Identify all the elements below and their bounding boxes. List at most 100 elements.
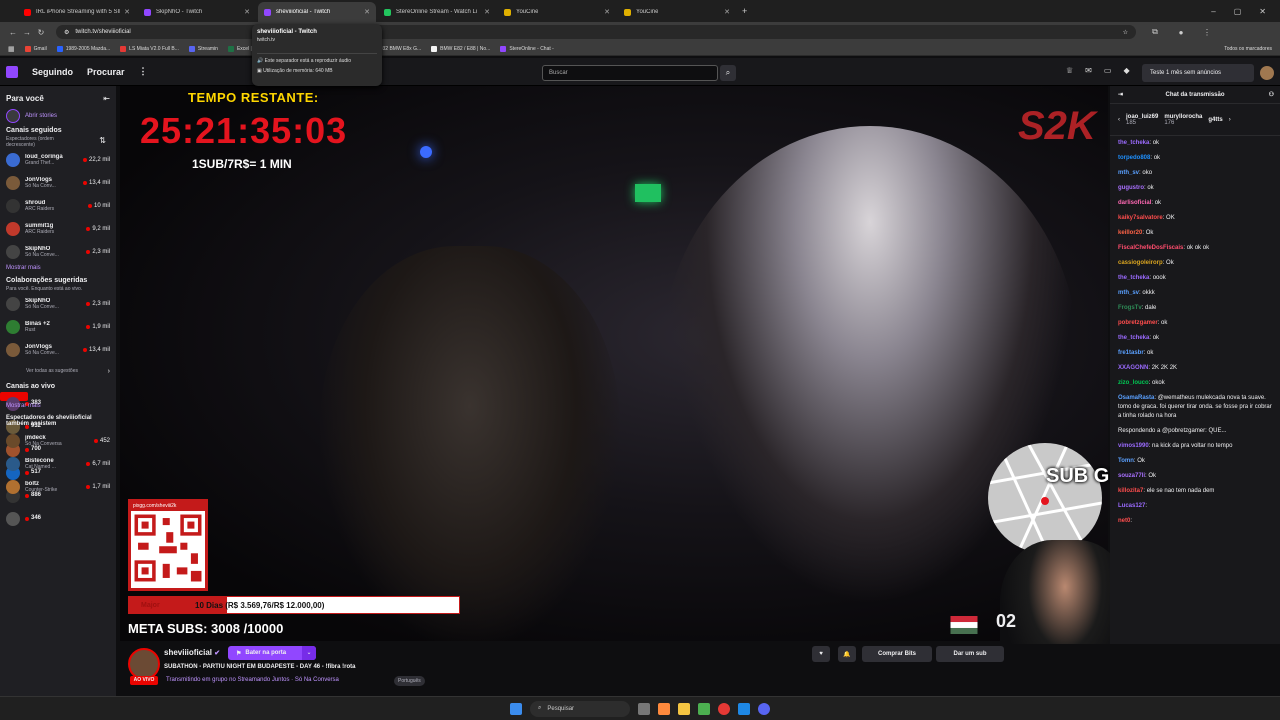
sidebar-channel[interactable]: StolenBRCall of Duty: W...346 [0, 507, 41, 530]
see-all-suggestions[interactable]: Ver todas as sugestões › [0, 361, 116, 381]
browser-tab[interactable]: SkipNhO - Twitch ✕ [138, 2, 256, 22]
nav-following[interactable]: Seguindo [32, 67, 73, 77]
tab-close-icon[interactable]: ✕ [360, 8, 370, 16]
chat-username[interactable]: mth_sv [1118, 290, 1139, 296]
bell-icon[interactable]: 🔔 [838, 646, 856, 662]
copilot-icon[interactable] [658, 702, 670, 715]
minimize-icon[interactable]: – [1211, 7, 1215, 16]
chat-username[interactable]: vimos1990 [1118, 443, 1149, 449]
language-tag[interactable]: Português [394, 676, 425, 686]
chat-username[interactable]: Lucas127 [1118, 503, 1145, 509]
knock-dropdown-icon[interactable]: ⌄ [302, 646, 316, 660]
search-input[interactable]: Buscar [542, 65, 718, 81]
chat-username[interactable]: the_tcheka [1118, 335, 1149, 341]
chat-username[interactable]: torpedo808 [1118, 155, 1150, 161]
tab-close-icon[interactable]: ✕ [240, 8, 250, 16]
open-stories[interactable]: Abrir stories [0, 107, 116, 125]
chat-username[interactable]: Tomn [1118, 458, 1134, 464]
profile-icon[interactable]: ● [1174, 28, 1188, 37]
collapse-sidebar-icon[interactable]: ⇤ [103, 94, 110, 103]
whispers-icon[interactable]: ▭ [1104, 66, 1112, 75]
nav-browse[interactable]: Procurar [87, 67, 125, 77]
sidebar-channel[interactable]: JonVlogs Só Na Conve... 13,4 mil [0, 338, 116, 361]
browser-tab[interactable]: YouCine ✕ [498, 2, 616, 22]
taskbar-search[interactable]: ⌕ Pesquisar [530, 700, 630, 717]
chat-username[interactable]: zizo_louco [1118, 380, 1149, 386]
inbox-icon[interactable]: ✉ [1085, 66, 1092, 75]
sidebar-channel[interactable]: summit1g ARC Raiders 9,2 mil [0, 217, 116, 240]
turbo-button[interactable]: Teste 1 mês sem anúncios [1142, 64, 1254, 82]
new-tab-button[interactable]: + [742, 6, 747, 16]
collapse-chat-icon[interactable]: ⇥ [1118, 91, 1123, 98]
bits-icon[interactable]: ◆ [1123, 66, 1129, 75]
buy-bits-button[interactable]: Comprar Bits [862, 646, 932, 662]
chat-username[interactable]: cassiogoleirorp [1118, 260, 1163, 266]
bookmark-item[interactable]: 1989-2005 Mazda... [56, 45, 110, 52]
leaderboard-entry[interactable]: joao_luiz69 185 [1126, 114, 1158, 126]
bookmark-star-icon[interactable]: ☆ [1123, 29, 1128, 36]
chat-username[interactable]: net0 [1118, 518, 1130, 524]
task-view-icon[interactable] [638, 702, 650, 715]
show-more-followed[interactable]: Mostrar mais [0, 263, 116, 275]
chat-username[interactable]: FiscalChefeDosFiscais [1118, 245, 1183, 251]
leaderboard-entry[interactable]: muryllorocha 176 [1164, 114, 1202, 126]
chat-username[interactable]: souza77li [1118, 473, 1145, 479]
leaderboard-entry[interactable]: g4tts [1208, 117, 1222, 123]
chevron-left-icon[interactable]: ‹ [1118, 117, 1120, 123]
tab-close-icon[interactable]: ✕ [600, 8, 610, 16]
sort-icon[interactable]: ⇅ [99, 136, 106, 148]
menu-icon[interactable]: ⋮ [1200, 28, 1214, 37]
chat-username[interactable]: XXAGONN [1118, 365, 1148, 371]
stream-group[interactable]: Transmitindo em grupo no Streamando Junt… [166, 677, 339, 683]
bookmark-item[interactable]: Gmail [24, 45, 47, 52]
app-icon[interactable] [738, 702, 750, 715]
bookmark-item[interactable]: StereOnline - Chat - [500, 45, 554, 52]
chat-username[interactable]: pobretzgamer [1118, 320, 1158, 326]
browser-tab[interactable]: StereOnline Stream - Watch Li ✕ [378, 2, 496, 22]
discord-icon[interactable] [758, 702, 770, 715]
file-explorer-icon[interactable] [678, 702, 690, 715]
maximize-icon[interactable]: ▢ [1234, 7, 1242, 16]
sidebar-channel[interactable]: SkipNhO Só Na Conve... 2,3 mil [0, 240, 116, 263]
bookmark-item[interactable]: LS Miata V2.0 Full B... [120, 45, 179, 52]
bookmark-item[interactable]: Streamin [188, 45, 218, 52]
search-icon[interactable]: ⌕ [720, 65, 736, 81]
site-info-icon[interactable]: ⚙ [64, 29, 69, 36]
chat-username[interactable]: the_tcheka [1118, 275, 1149, 281]
chat-username[interactable]: killozita7 [1118, 488, 1143, 494]
chat-username[interactable]: FrogsTv [1118, 305, 1142, 311]
browser-tab[interactable]: YouCine ✕ [618, 2, 736, 22]
chat-username[interactable]: OsamaRasta [1118, 395, 1154, 401]
chat-username[interactable]: fre1tasbr [1118, 350, 1144, 356]
address-bar[interactable]: ⚙ twitch.tv/sheviiioficial ☆ [56, 25, 1136, 39]
chat-username[interactable]: gugustro [1118, 185, 1144, 191]
extensions-icon[interactable]: ⧉ [1148, 27, 1162, 37]
gift-sub-button[interactable]: Dar um sub [936, 646, 1004, 662]
chat-users-icon[interactable]: ⚇ [1269, 91, 1274, 98]
user-avatar[interactable] [1260, 66, 1274, 80]
sidebar-channel[interactable]: SkipNhO Só Na Conve... 2,3 mil [0, 292, 116, 315]
sidebar-channel[interactable]: JonVlogs Só Na Conv... 13,4 mil [0, 171, 116, 194]
windows-start-icon[interactable] [510, 702, 522, 715]
tab-close-icon[interactable]: ✕ [120, 8, 130, 16]
sidebar-channel[interactable]: shroud ARC Raiders 10 mil [0, 194, 116, 217]
browser-tab[interactable]: IRL iPhone Streaming with 5 SIM ✕ [18, 2, 136, 22]
show-more-live[interactable]: Mostrar mais [0, 401, 116, 413]
twitch-logo[interactable] [6, 65, 18, 78]
streamer-name[interactable]: sheviiioficial ✔ [164, 648, 220, 657]
forward-icon[interactable]: → [20, 28, 34, 37]
chat-username[interactable]: mth_sv [1118, 170, 1139, 176]
chat-username[interactable]: keillor20 [1118, 230, 1142, 236]
heart-icon[interactable]: ♥ [812, 646, 830, 662]
sidebar-channel[interactable]: loud_coringa Grand Thef... 22,2 mil [0, 148, 116, 171]
tab-close-icon[interactable]: ✕ [720, 8, 730, 16]
all-bookmarks[interactable]: Todos os marcadores [1224, 46, 1272, 52]
chevron-right-icon[interactable]: › [1229, 117, 1231, 123]
tab-close-icon[interactable]: ✕ [480, 8, 490, 16]
more-icon[interactable]: ⋮ [139, 66, 148, 77]
crown-icon[interactable]: ♕ [1066, 66, 1073, 75]
store-icon[interactable] [698, 702, 710, 715]
close-window-icon[interactable]: ✕ [1259, 7, 1266, 16]
back-icon[interactable]: ← [6, 28, 20, 37]
reload-icon[interactable]: ↻ [34, 28, 48, 37]
